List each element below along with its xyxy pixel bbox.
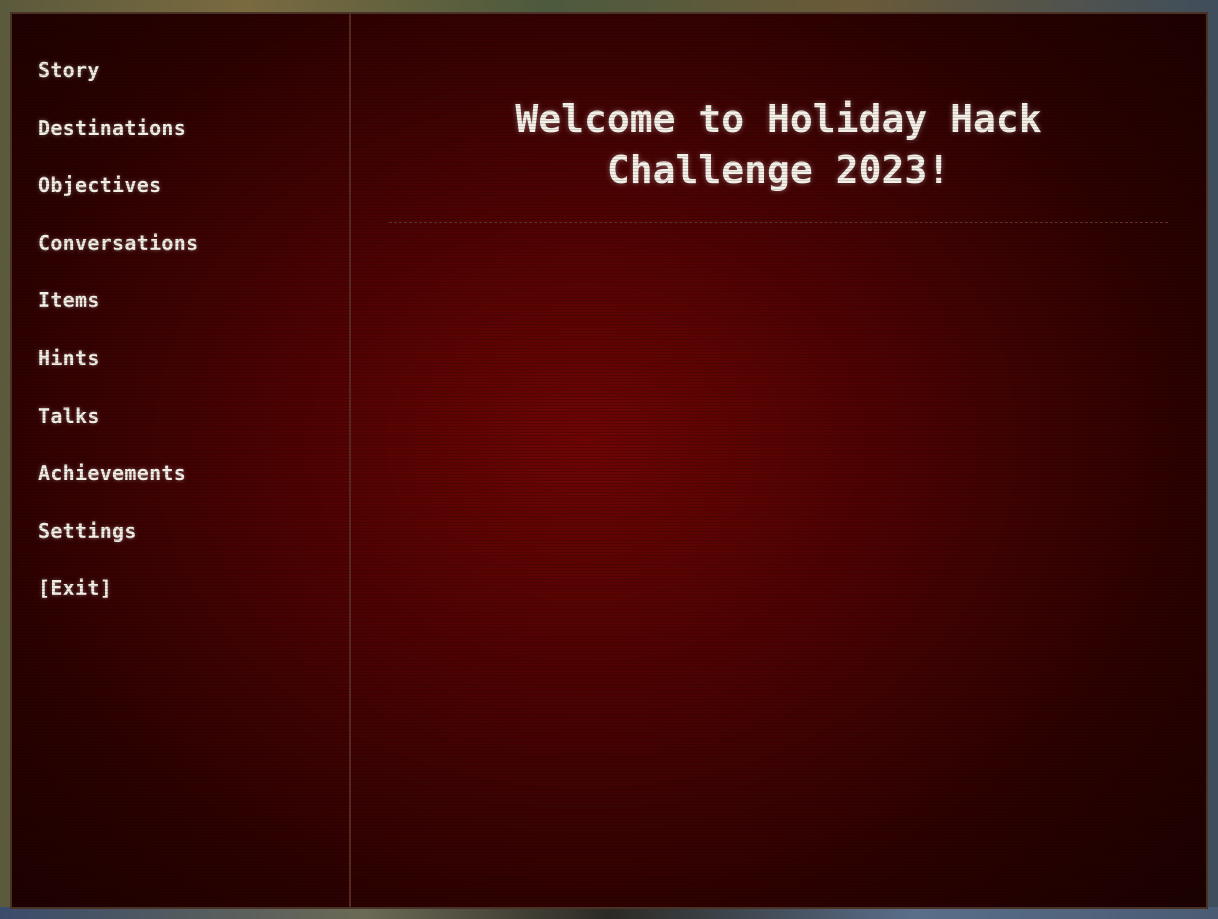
title-divider [389,222,1168,223]
page-title: Welcome to Holiday Hack Challenge 2023! [391,94,1166,196]
menu-item-hints[interactable]: Hints [38,344,198,402]
menu-item-exit[interactable]: [Exit] [38,574,198,632]
menu-item-story[interactable]: Story [38,56,198,114]
sidebar-menu: Story Destinations Objectives Conversati… [12,14,351,907]
menu-item-objectives[interactable]: Objectives [38,171,198,229]
menu-item-destinations[interactable]: Destinations [38,114,198,172]
main-content: Welcome to Holiday Hack Challenge 2023! [351,14,1206,907]
page-title-line-1: Welcome to Holiday Hack [515,97,1042,141]
menu-item-talks[interactable]: Talks [38,402,198,460]
badge-terminal-window: Story Destinations Objectives Conversati… [10,12,1208,909]
menu-item-achievements[interactable]: Achievements [38,459,198,517]
page-title-line-2: Challenge 2023! [606,148,951,192]
menu-item-settings[interactable]: Settings [38,517,198,575]
menu-item-items[interactable]: Items [38,286,198,344]
menu-list: Story Destinations Objectives Conversati… [38,56,198,632]
menu-item-conversations[interactable]: Conversations [38,229,198,287]
